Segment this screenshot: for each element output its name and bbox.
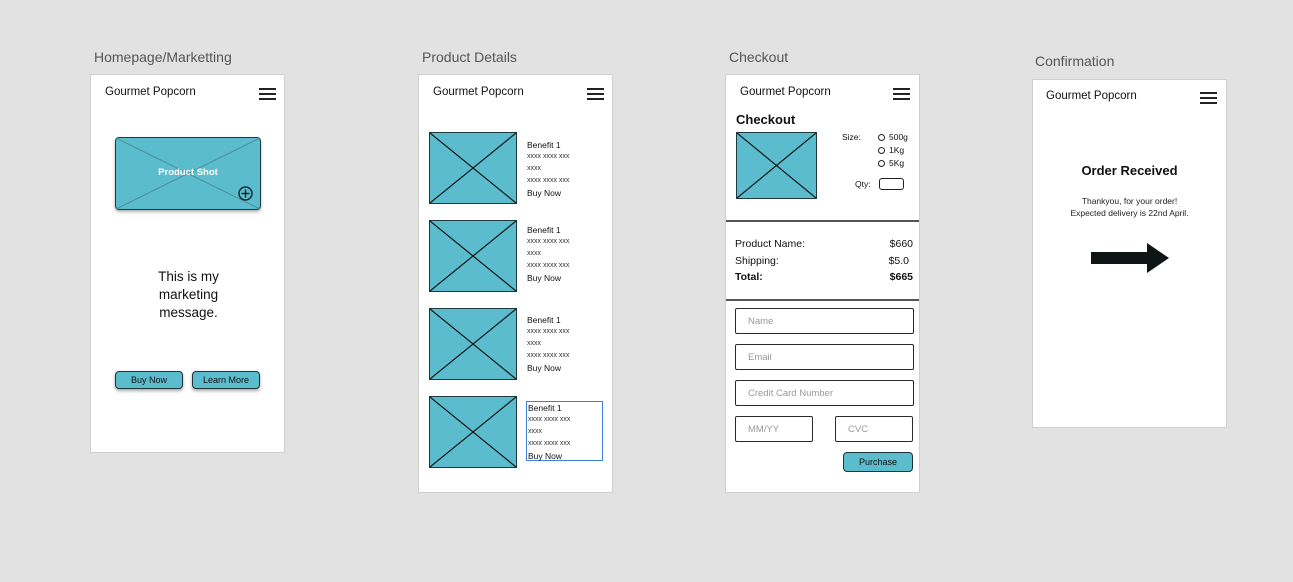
benefit-text: xxxx xxxx xxx <box>527 328 570 335</box>
radio-500g[interactable] <box>878 134 885 141</box>
marketing-line: This is my <box>158 269 219 284</box>
benefit-text: xxxx <box>528 428 542 435</box>
product-shot-image: Product Shot <box>115 137 261 210</box>
qty-label: Qty: <box>855 179 871 189</box>
arrow-right-icon[interactable] <box>1091 243 1171 273</box>
placeholder-cross-icon <box>430 309 516 379</box>
benefit-title: Benefit 1 <box>528 403 562 413</box>
placeholder-cross-icon <box>430 133 516 203</box>
marketing-message: This is my marketing message. <box>91 268 286 322</box>
buy-now-link[interactable]: Buy Now <box>527 272 569 284</box>
hamburger-menu-icon[interactable] <box>893 88 910 100</box>
placeholder-cross-icon <box>430 397 516 467</box>
benefit-text: xxxx xxxx xxx <box>528 440 571 447</box>
artboard-label-confirmation: Confirmation <box>1035 53 1115 69</box>
confirmation-message: Thankyou, for your order! Expected deliv… <box>1033 195 1226 219</box>
email-field[interactable]: Email <box>735 344 914 370</box>
buy-now-link[interactable]: Buy Now <box>527 362 569 374</box>
confirmation-line: Expected delivery is 22nd April. <box>1070 208 1189 218</box>
divider <box>726 220 919 222</box>
hamburger-menu-icon[interactable] <box>1200 92 1217 104</box>
placeholder-cross-icon <box>737 133 816 198</box>
name-field[interactable]: Name <box>735 308 914 334</box>
benefit-title: Benefit 1 <box>527 225 561 235</box>
radio-1kg[interactable] <box>878 147 885 154</box>
brand-name: Gourmet Popcorn <box>105 86 196 98</box>
benefit-text: xxxx xxxx xxx <box>527 352 570 359</box>
marketing-line: message. <box>159 305 218 320</box>
artboard-label-checkout: Checkout <box>729 49 789 65</box>
add-circle-icon[interactable] <box>238 186 253 201</box>
checkout-title: Checkout <box>736 112 796 127</box>
product-image <box>429 220 517 292</box>
order-received-title: Order Received <box>1081 163 1178 178</box>
radio-5kg[interactable] <box>878 160 885 167</box>
benefit-text: xxxx xxxx xxx <box>527 153 570 160</box>
size-option-label: 500g <box>889 132 908 142</box>
artboard-label-home: Homepage/Marketting <box>94 49 232 65</box>
size-option-label: 1Kg <box>889 145 905 155</box>
hamburger-menu-icon[interactable] <box>587 88 604 100</box>
artboard-label-details: Product Details <box>422 49 517 65</box>
qty-input[interactable] <box>879 178 904 190</box>
benefit-title: Benefit 1 <box>527 140 561 150</box>
product-details-artboard: Gourmet Popcorn Benefit 1 xxxx xxxx xxx … <box>418 74 613 493</box>
expiry-field[interactable]: MM/YY <box>735 416 813 442</box>
product-info: Benefit 1 xxxx xxxx xxx xxxx xxxx xxxx x… <box>527 314 569 374</box>
learn-more-button[interactable]: Learn More <box>192 371 260 389</box>
benefit-text: xxxx xxxx xxx <box>527 238 570 245</box>
hamburger-menu-icon[interactable] <box>259 88 276 100</box>
shipping-label: Shipping: <box>735 255 779 267</box>
brand-name: Gourmet Popcorn <box>433 86 524 98</box>
product-name-label: Product Name: <box>735 238 806 250</box>
benefit-text: xxxx <box>527 340 541 347</box>
divider <box>726 299 919 301</box>
total-value: $665 <box>889 271 913 283</box>
cvc-field[interactable]: CVC <box>835 416 913 442</box>
homepage-artboard: Gourmet Popcorn Product Shot This is my … <box>90 74 285 453</box>
marketing-line: marketing <box>158 287 219 302</box>
product-image <box>429 308 517 380</box>
product-shot-label: Product Shot <box>158 167 218 178</box>
size-label: Size: <box>842 132 861 142</box>
benefit-text: xxxx xxxx xxx <box>527 177 570 184</box>
product-info-selected[interactable]: Benefit 1 xxxx xxxx xxx xxxx xxxx xxxx x… <box>526 401 603 461</box>
checkout-artboard: Gourmet Popcorn Checkout Size: 500g 1Kg … <box>725 74 920 493</box>
shipping-value: $5.0 <box>888 255 909 267</box>
purchase-button[interactable]: Purchase <box>843 452 913 472</box>
benefit-text: xxxx xxxx xxx <box>527 262 570 269</box>
benefit-text: xxxx <box>527 250 541 257</box>
product-image <box>736 132 817 199</box>
brand-name: Gourmet Popcorn <box>740 86 831 98</box>
benefit-text: xxxx xxxx xxx <box>528 416 571 423</box>
benefit-text: xxxx <box>527 165 541 172</box>
placeholder-cross-icon <box>430 221 516 291</box>
confirmation-artboard: Gourmet Popcorn Order Received Thankyou,… <box>1032 79 1227 428</box>
buy-now-button[interactable]: Buy Now <box>115 371 183 389</box>
buy-now-link[interactable]: Buy Now <box>528 450 602 462</box>
buy-now-link[interactable]: Buy Now <box>527 187 569 199</box>
product-image <box>429 396 517 468</box>
benefit-title: Benefit 1 <box>527 315 561 325</box>
product-info: Benefit 1 xxxx xxxx xxx xxxx xxxx xxxx x… <box>527 224 569 284</box>
product-price-value: $660 <box>889 238 913 250</box>
size-option-label: 5Kg <box>889 158 905 168</box>
credit-card-field[interactable]: Credit Card Number <box>735 380 914 406</box>
total-label: Total: <box>735 271 763 283</box>
product-info: Benefit 1 xxxx xxxx xxx xxxx xxxx xxxx x… <box>527 139 569 199</box>
product-image <box>429 132 517 204</box>
brand-name: Gourmet Popcorn <box>1046 90 1137 102</box>
confirmation-line: Thankyou, for your order! <box>1081 196 1178 206</box>
